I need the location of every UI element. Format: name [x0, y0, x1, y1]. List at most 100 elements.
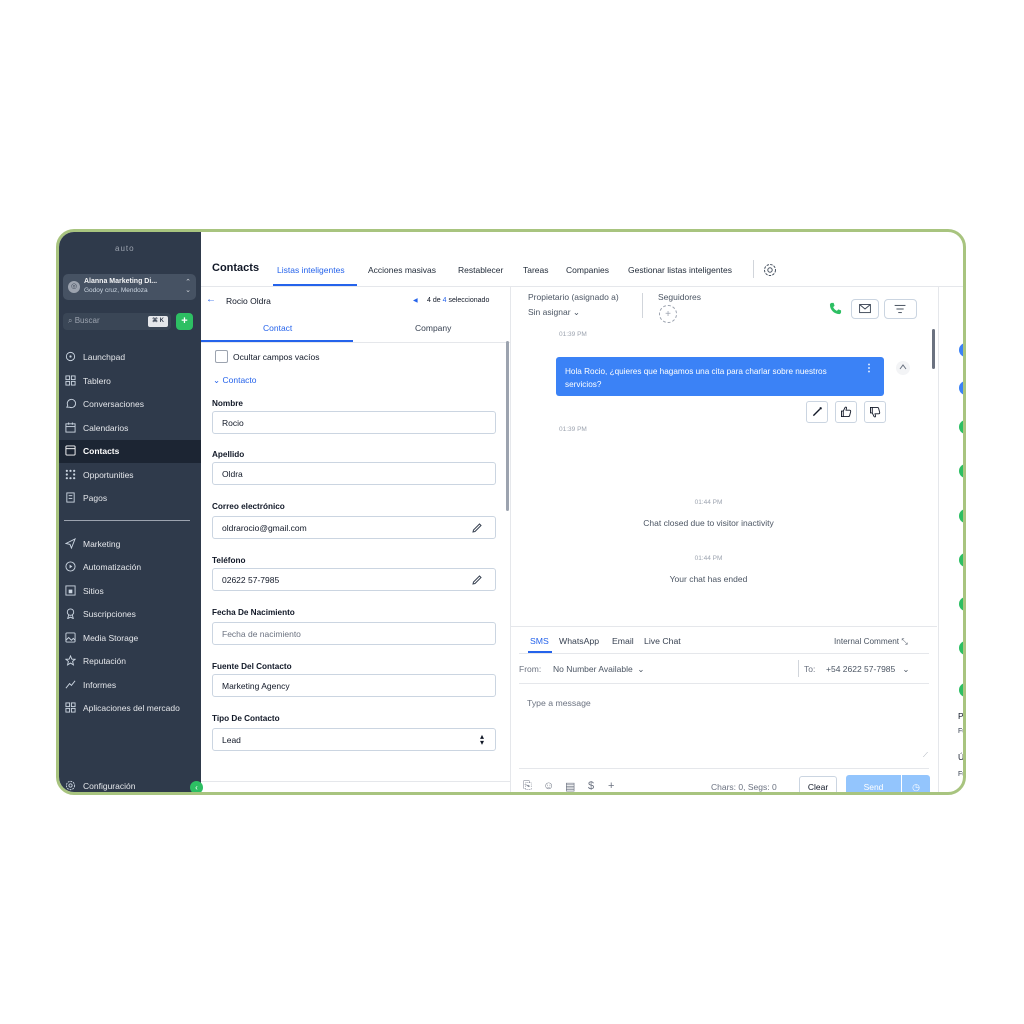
- tab-contact[interactable]: Contact: [263, 323, 292, 333]
- action-dot-icon[interactable]: [959, 683, 963, 697]
- add-more-icon[interactable]: +: [608, 780, 614, 792]
- message-menu-icon[interactable]: ⋮: [864, 363, 874, 374]
- action-dot-icon[interactable]: [959, 509, 963, 523]
- phone-icon[interactable]: [829, 302, 842, 315]
- back-arrow-icon[interactable]: ←: [206, 294, 216, 305]
- source-field[interactable]: Marketing Agency: [212, 674, 496, 697]
- tab-companies[interactable]: Companies: [566, 265, 609, 275]
- chat-icon: [66, 398, 76, 409]
- template-icon[interactable]: ▤: [565, 780, 575, 792]
- action-dot-icon[interactable]: [959, 597, 963, 611]
- prev-contact-icon[interactable]: ◀: [413, 297, 418, 304]
- clear-button[interactable]: Clear: [799, 776, 837, 792]
- character-count: Chars: 0, Segs: 0: [711, 782, 777, 792]
- sidebar-item-media-storage[interactable]: Media Storage: [59, 627, 201, 650]
- system-message: Your chat has ended: [669, 574, 748, 584]
- sidebar-item-reputacion[interactable]: Reputación: [59, 650, 201, 673]
- opportunities-icon: [65, 469, 76, 480]
- channel-tab-sms[interactable]: SMS: [530, 636, 549, 646]
- apellido-field[interactable]: Oldra: [212, 462, 496, 485]
- right-action-strip: Pr Fu Úl Fu: [938, 287, 966, 792]
- resize-handle-icon[interactable]: ⟋: [923, 752, 928, 760]
- action-dot-icon[interactable]: [959, 343, 963, 357]
- sidebar-item-label: Automatización: [83, 562, 142, 572]
- add-follower-button[interactable]: +: [659, 305, 677, 323]
- emoji-icon[interactable]: ☺: [543, 780, 554, 792]
- from-number-select[interactable]: No Number Available ⌄: [553, 664, 645, 675]
- followers-label: Seguidores: [658, 292, 702, 302]
- owner-select[interactable]: Sin asignar ⌄: [528, 307, 580, 318]
- page-title: Contacts: [212, 262, 260, 274]
- sidebar-item-sitios[interactable]: Sitios: [59, 580, 201, 603]
- action-dot-icon[interactable]: [959, 381, 963, 395]
- strip-label: Pr: [958, 711, 966, 721]
- app-logo: auto: [115, 244, 135, 253]
- tab-gestionar-listas[interactable]: Gestionar listas inteligentes: [628, 265, 732, 275]
- sidebar-item-informes[interactable]: Informes: [59, 674, 201, 697]
- sidebar-item-opportunities[interactable]: Opportunities: [59, 464, 201, 487]
- sidebar-item-label: Informes: [83, 680, 117, 690]
- composer-field-divider: [519, 683, 929, 684]
- sidebar-item-marketing[interactable]: Marketing: [59, 533, 201, 556]
- sidebar-item-automatizacion[interactable]: Automatización: [59, 556, 201, 579]
- account-switcher[interactable]: ◎ Alanna Marketing Di... Godoy cruz, Men…: [63, 274, 196, 300]
- sidebar-item-launchpad[interactable]: Launchpad: [59, 346, 201, 369]
- hide-empty-checkbox[interactable]: [215, 350, 228, 363]
- conversation-scrollbar[interactable]: [932, 329, 935, 369]
- tab-restablecer[interactable]: Restablecer: [458, 265, 503, 275]
- send-button[interactable]: Send: [846, 775, 901, 792]
- tab-divider: [201, 342, 510, 343]
- tab-listas-inteligentes[interactable]: Listas inteligentes: [277, 265, 345, 275]
- sidebar-search[interactable]: ⌕ Buscar ⌘ K: [63, 313, 171, 330]
- message-input[interactable]: Type a message: [527, 698, 591, 708]
- sidebar-item-suscripciones[interactable]: Suscripciones: [59, 603, 201, 626]
- internal-comment-toggle[interactable]: Internal Comment ⤡: [834, 637, 908, 647]
- sidebar-item-contacts[interactable]: Contacts: [59, 440, 201, 463]
- action-dot-icon[interactable]: [959, 641, 963, 655]
- tab-tareas[interactable]: Tareas: [523, 265, 549, 275]
- filter-button[interactable]: [884, 299, 917, 319]
- tab-acciones-masivas[interactable]: Acciones masivas: [368, 265, 436, 275]
- edit-pencil-icon[interactable]: [471, 574, 483, 586]
- email-field[interactable]: oldrarocio@gmail.com: [212, 516, 496, 539]
- active-tab-indicator: [273, 284, 357, 286]
- sidebar-item-configuracion[interactable]: Configuración: [59, 775, 201, 792]
- thumbs-up-button[interactable]: [835, 401, 857, 423]
- schedule-send-icon[interactable]: ◷: [902, 775, 930, 792]
- action-dot-icon[interactable]: [959, 464, 963, 478]
- ai-suggest-button[interactable]: [806, 401, 828, 423]
- sidebar-item-tablero[interactable]: Tablero: [59, 370, 201, 393]
- thumbs-down-icon: [870, 407, 881, 418]
- nombre-field[interactable]: Rocio: [212, 411, 496, 434]
- badge-icon: [66, 608, 75, 619]
- email-button[interactable]: [851, 299, 879, 319]
- edit-pencil-icon[interactable]: [471, 522, 483, 534]
- attachment-icon[interactable]: ⎘: [523, 780, 532, 792]
- channel-tab-email[interactable]: Email: [612, 636, 634, 646]
- message-timestamp: 01:39 PM: [559, 331, 587, 338]
- magic-wand-icon: [812, 407, 822, 417]
- payment-dollar-icon[interactable]: $: [588, 780, 594, 792]
- dashboard-icon: [65, 375, 76, 386]
- thumbs-down-button[interactable]: [864, 401, 886, 423]
- phone-field[interactable]: 02622 57-7985: [212, 568, 496, 591]
- sidebar-item-conversaciones[interactable]: Conversaciones: [59, 393, 201, 416]
- birthdate-field[interactable]: Fecha de nacimiento: [212, 622, 496, 645]
- action-dot-icon[interactable]: [959, 553, 963, 567]
- channel-tab-whatsapp[interactable]: WhatsApp: [559, 636, 599, 646]
- sidebar-item-pagos[interactable]: Pagos: [59, 487, 201, 510]
- contact-type-select[interactable]: Lead ▴ ▾: [212, 728, 496, 751]
- ai-sparkle-icon: [896, 361, 910, 375]
- to-number-select[interactable]: +54 2622 57-7985 ⌄: [826, 664, 909, 675]
- tab-company[interactable]: Company: [415, 323, 451, 333]
- action-dot-icon[interactable]: [959, 420, 963, 434]
- quick-add-button[interactable]: +: [176, 313, 193, 330]
- account-avatar-icon: ◎: [68, 281, 80, 293]
- contact-scrollbar[interactable]: [506, 341, 509, 511]
- sidebar-item-calendarios[interactable]: Calendarios: [59, 417, 201, 440]
- sidebar-item-aplicaciones[interactable]: Aplicaciones del mercado: [59, 697, 201, 720]
- settings-gear-icon[interactable]: [763, 263, 777, 277]
- channel-tab-live-chat[interactable]: Live Chat: [644, 636, 681, 646]
- sidebar-divider: [64, 520, 190, 521]
- section-contacto[interactable]: ⌄ Contacto: [213, 375, 257, 386]
